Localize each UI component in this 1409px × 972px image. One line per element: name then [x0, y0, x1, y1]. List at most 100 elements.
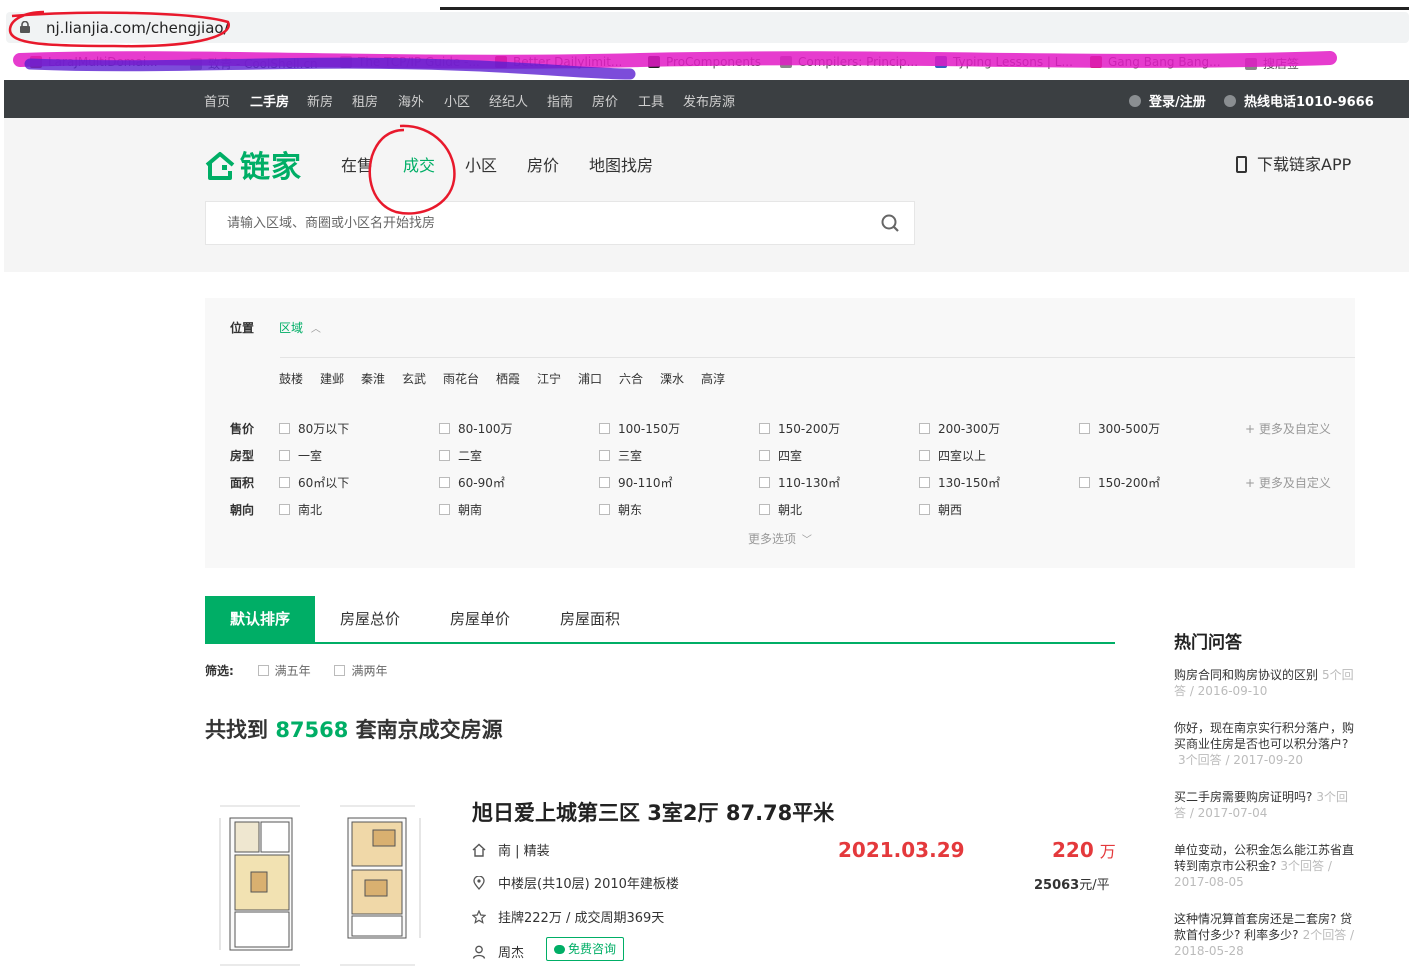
bookmark-item[interactable]: ProComponents	[648, 55, 761, 69]
district-item[interactable]: 鼓楼	[279, 370, 303, 387]
price-option[interactable]: 100-150万	[599, 420, 680, 437]
bookmark-item[interactable]: The TCP/IP Guide -...	[340, 55, 480, 69]
nav-zaishou[interactable]: 在售	[341, 152, 373, 176]
price-option[interactable]: 300-500万	[1079, 420, 1160, 437]
checkbox[interactable]	[439, 477, 450, 488]
topnav-link-jingjiren[interactable]: 经纪人	[489, 91, 528, 110]
district-item[interactable]: 玄武	[402, 370, 426, 387]
area-option[interactable]: 130-150㎡	[919, 474, 1000, 491]
topnav-link-xinfang[interactable]: 新房	[307, 91, 333, 110]
checkbox[interactable]	[759, 477, 770, 488]
bookmark-item[interactable]: Better Dailylimit...	[495, 55, 622, 69]
topnav-link-fabu[interactable]: 发布房源	[683, 91, 735, 110]
topnav-link-zufang[interactable]: 租房	[352, 91, 378, 110]
layout-option[interactable]: 一室	[279, 447, 322, 464]
qa-item[interactable]: 这种情况算首套房还是二套房? 贷款首付多少? 利率多少? 2个回答 / 2018-…	[1174, 911, 1359, 959]
district-item[interactable]: 六合	[619, 370, 643, 387]
bookmark-item[interactable]: 致青 - CoolShell.cn	[190, 55, 318, 72]
qa-item[interactable]: 购房合同和购房协议的区别 5个回答 / 2016-09-10	[1174, 667, 1359, 699]
search-icon[interactable]	[876, 212, 906, 236]
nav-xiaoqu[interactable]: 小区	[465, 152, 497, 176]
checkbox[interactable]	[439, 423, 450, 434]
checkbox[interactable]	[279, 504, 290, 515]
checkbox[interactable]	[919, 423, 930, 434]
orientation-option[interactable]: 朝西	[919, 501, 962, 518]
area-option[interactable]: 90-110㎡	[599, 474, 673, 491]
floor-plan-image[interactable]	[205, 800, 437, 972]
checkbox[interactable]	[439, 504, 450, 515]
region-tab[interactable]: 区域 ︿	[279, 319, 321, 336]
layout-option[interactable]: 四室以上	[919, 447, 986, 464]
login-link[interactable]: 登录/注册	[1129, 91, 1206, 110]
qa-item[interactable]: 你好，现在南京实行积分落户，购买商业住房是否也可以积分落户?3个回答 / 201…	[1174, 720, 1359, 768]
checkbox[interactable]	[279, 477, 290, 488]
checkbox[interactable]	[919, 477, 930, 488]
price-option[interactable]: 80万以下	[279, 420, 349, 437]
district-item[interactable]: 雨花台	[443, 370, 479, 387]
district-item[interactable]: 溧水	[660, 370, 684, 387]
agent-name[interactable]: 周杰	[498, 946, 524, 961]
price-option[interactable]: 200-300万	[919, 420, 1000, 437]
district-item[interactable]: 高淳	[701, 370, 725, 387]
tab-area[interactable]: 房屋面积	[535, 596, 645, 642]
orientation-option[interactable]: 朝北	[759, 501, 802, 518]
checkbox-man-liang-nian[interactable]: 满两年	[334, 664, 388, 678]
area-option[interactable]: 60㎡以下	[279, 474, 349, 491]
topnav-link-xiaoqu[interactable]: 小区	[444, 91, 470, 110]
area-option[interactable]: 110-130㎡	[759, 474, 840, 491]
district-item[interactable]: 秦淮	[361, 370, 385, 387]
checkbox[interactable]	[1079, 477, 1090, 488]
checkbox[interactable]	[759, 450, 770, 461]
bookmark-item[interactable]: Compilers: Princip...	[780, 55, 918, 69]
tab-default-sort[interactable]: 默认排序	[205, 596, 315, 642]
price-more-custom-link[interactable]: + 更多及自定义	[1245, 420, 1331, 437]
free-consult-button[interactable]: 免费咨询	[546, 937, 624, 961]
checkbox[interactable]	[599, 477, 610, 488]
orientation-option[interactable]: 朝东	[599, 501, 642, 518]
topnav-link-ershoufang[interactable]: 二手房	[250, 91, 289, 110]
checkbox[interactable]	[1079, 423, 1090, 434]
qa-item[interactable]: 单位变动，公积金怎么能江苏省直转到南京市公积金? 3个回答 / 2017-08-0…	[1174, 842, 1359, 890]
layout-option[interactable]: 二室	[439, 447, 482, 464]
checkbox[interactable]	[919, 450, 930, 461]
district-item[interactable]: 建邺	[320, 370, 344, 387]
district-item[interactable]: 栖霞	[496, 370, 520, 387]
listing-title[interactable]: 旭日爱上城第三区 3室2厅 87.78平米	[472, 797, 834, 827]
topnav-link-fangjia[interactable]: 房价	[592, 91, 618, 110]
area-option[interactable]: 150-200㎡	[1079, 474, 1160, 491]
area-more-custom-link[interactable]: + 更多及自定义	[1245, 474, 1331, 491]
checkbox-man-wu-nian[interactable]: 满五年	[257, 664, 311, 678]
nav-fangjia[interactable]: 房价	[527, 152, 559, 176]
checkbox[interactable]	[599, 504, 610, 515]
checkbox[interactable]	[759, 504, 770, 515]
search-input[interactable]	[206, 202, 856, 244]
district-item[interactable]: 江宁	[537, 370, 561, 387]
price-option[interactable]: 80-100万	[439, 420, 513, 437]
checkbox[interactable]	[919, 504, 930, 515]
qa-item[interactable]: 买二手房需要购房证明吗? 3个回答 / 2017-07-04	[1174, 789, 1359, 821]
lianjia-logo[interactable]: 链家	[204, 142, 302, 186]
bookmark-item[interactable]: Gang Bang Bang...	[1090, 55, 1221, 69]
tab-unit-price[interactable]: 房屋单价	[425, 596, 535, 642]
area-option[interactable]: 60-90㎡	[439, 474, 505, 491]
bookmark-item[interactable]: LaraJMultiDomai...	[30, 55, 158, 69]
topnav-link-gongju[interactable]: 工具	[638, 91, 664, 110]
nav-ditu[interactable]: 地图找房	[589, 152, 653, 176]
layout-option[interactable]: 三室	[599, 447, 642, 464]
orientation-option[interactable]: 南北	[279, 501, 322, 518]
checkbox[interactable]	[279, 423, 290, 434]
checkbox[interactable]	[279, 450, 290, 461]
more-options-button[interactable]: 更多选项 ﹀	[748, 530, 812, 547]
nav-chengjiao[interactable]: 成交	[403, 152, 435, 176]
topnav-link-home[interactable]: 首页	[204, 91, 230, 110]
checkbox[interactable]	[439, 450, 450, 461]
topnav-link-zhinan[interactable]: 指南	[547, 91, 573, 110]
price-option[interactable]: 150-200万	[759, 420, 840, 437]
bookmark-item[interactable]: 搜店签	[1245, 55, 1299, 72]
checkbox[interactable]	[599, 450, 610, 461]
checkbox[interactable]	[759, 423, 770, 434]
bookmark-item[interactable]: Typing Lessons | L...	[935, 55, 1073, 69]
orientation-option[interactable]: 朝南	[439, 501, 482, 518]
download-app-link[interactable]: 下载链家APP	[1236, 151, 1351, 175]
tab-total-price[interactable]: 房屋总价	[315, 596, 425, 642]
